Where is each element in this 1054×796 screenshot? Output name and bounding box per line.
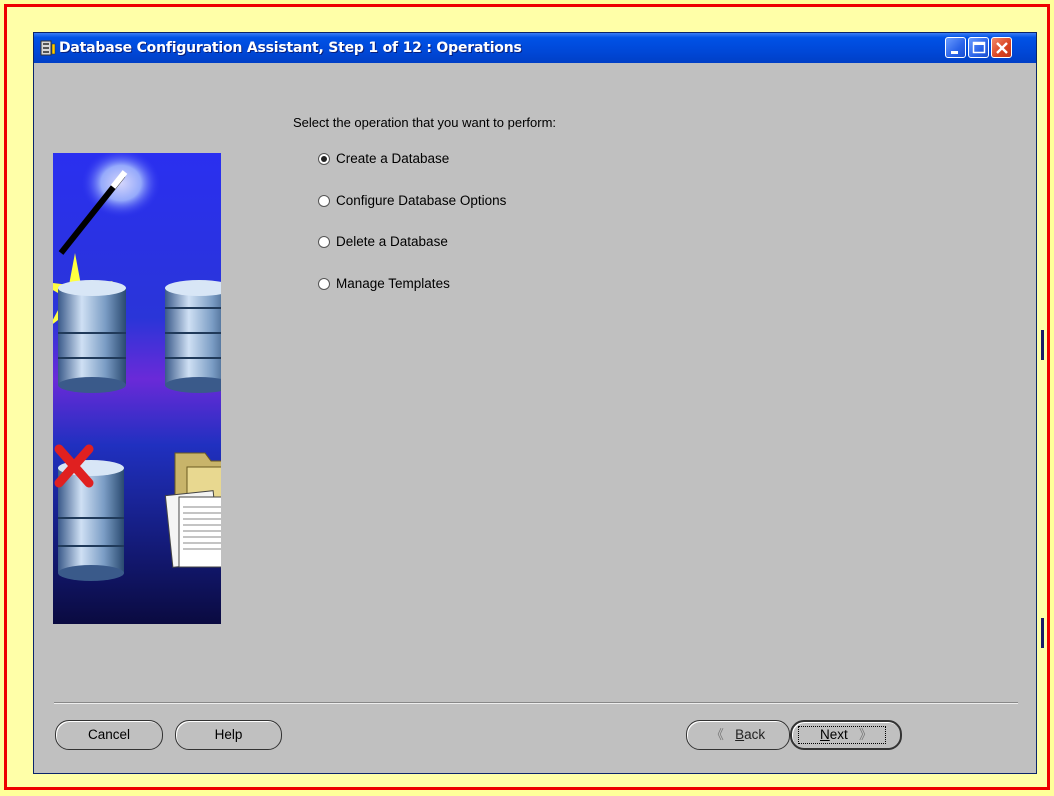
footer-separator (54, 702, 1018, 704)
minimize-button[interactable] (945, 37, 966, 58)
radio-unselected-icon[interactable] (318, 195, 330, 207)
cancel-button[interactable]: Cancel (55, 720, 163, 750)
option-label: Delete a Database (336, 234, 448, 249)
back-label: ack (744, 727, 766, 742)
radio-selected-icon[interactable] (318, 153, 330, 165)
close-button[interactable] (991, 37, 1012, 58)
option-label: Manage Templates (336, 276, 450, 291)
close-icon (996, 42, 1008, 54)
edge-marker (1041, 618, 1044, 648)
wizard-window: Database Configuration Assistant, Step 1… (33, 32, 1037, 774)
option-label: Create a Database (336, 151, 450, 166)
next-button[interactable]: Next 》 (790, 720, 902, 750)
minimize-icon (951, 51, 958, 54)
title-bar[interactable]: Database Configuration Assistant, Step 1… (34, 33, 1036, 63)
operation-prompt: Select the operation that you want to pe… (293, 115, 557, 130)
radio-unselected-icon[interactable] (318, 236, 330, 248)
option-label: Configure Database Options (336, 193, 507, 208)
maximize-icon (972, 41, 986, 54)
wizard-illustration (53, 153, 221, 624)
maximize-button[interactable] (968, 37, 989, 58)
back-button[interactable]: 《 Back (686, 720, 790, 750)
edge-marker (1041, 330, 1044, 360)
radio-unselected-icon[interactable] (318, 278, 330, 290)
database-icon (39, 39, 57, 57)
back-arrow-icon: 《 (710, 727, 724, 742)
window-title: Database Configuration Assistant, Step 1… (59, 40, 522, 56)
help-button[interactable]: Help (175, 720, 282, 750)
back-mnemonic: B (735, 727, 745, 742)
focus-ring (798, 726, 886, 744)
